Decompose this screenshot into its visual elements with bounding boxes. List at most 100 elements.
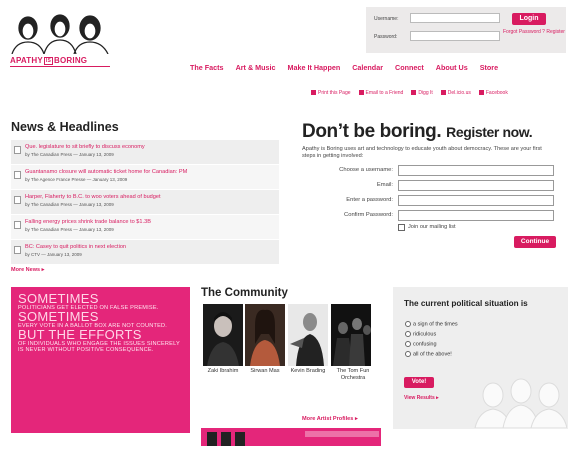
username-input[interactable] <box>410 13 500 23</box>
radio-icon[interactable] <box>405 351 411 357</box>
poll-panel: The current political situation is a sig… <box>393 287 568 429</box>
document-icon <box>14 246 21 254</box>
poll-title: The current political situation is <box>404 299 528 308</box>
artist-name[interactable]: Sirwan Mas <box>242 368 288 375</box>
news-item[interactable]: Falling energy prices shrink trade balan… <box>11 215 279 239</box>
delicious-label: Del.icio.us <box>447 90 471 96</box>
poll-option[interactable]: a sign of the times <box>405 321 458 327</box>
artist-photo[interactable] <box>203 304 243 366</box>
email-label: Email to a Friend <box>365 90 404 96</box>
logo-figures <box>11 14 109 54</box>
artist-photo[interactable] <box>288 304 328 366</box>
register-subtitle: Register now. <box>446 124 533 140</box>
vote-button[interactable]: Vote! <box>404 377 434 388</box>
news-source: by CTV — January 13, 2009 <box>25 252 82 257</box>
nav-item-the-facts[interactable]: The Facts <box>190 63 224 72</box>
poll-option-label: ridiculous <box>413 331 437 338</box>
register-password-input[interactable] <box>398 195 554 206</box>
news-headline[interactable]: Guantanamo closure will automatic ticket… <box>25 169 279 175</box>
username-field-label: Choose a username: <box>339 167 393 173</box>
register-email-input[interactable] <box>398 180 554 191</box>
digg-label: Digg It <box>418 90 433 96</box>
continue-button[interactable]: Continue <box>514 236 556 248</box>
more-artist-profiles-link[interactable]: More Artist Profiles ▸ <box>302 416 358 422</box>
news-source: by The Canadian Press — January 13, 2009 <box>25 227 114 232</box>
news-item[interactable]: Harper, Flaherty to B.C. to woo voters a… <box>11 190 279 214</box>
news-source: by The Agence France Presse — January 13… <box>25 177 128 182</box>
email-link[interactable]: Email to a Friend <box>358 90 404 96</box>
community-banner[interactable] <box>201 428 381 446</box>
register-title: Don’t be boring. <box>302 121 442 142</box>
digg-icon <box>411 90 417 96</box>
radio-icon[interactable] <box>405 341 411 347</box>
artist-photo[interactable] <box>245 304 285 366</box>
news-item[interactable]: BC: Casey to quit politics in next elect… <box>11 240 279 264</box>
delicious-link[interactable]: Del.icio.us <box>440 90 471 96</box>
radio-icon[interactable] <box>405 331 411 337</box>
login-button[interactable]: Login <box>512 13 546 25</box>
news-list: Que. legislature to sit briefly to discu… <box>11 140 279 265</box>
document-icon <box>14 171 21 179</box>
username-label: Username: <box>374 16 399 22</box>
register-confirm-input[interactable] <box>398 210 554 221</box>
artist-name[interactable]: Kevin Brading <box>285 368 331 375</box>
facebook-link[interactable]: Facebook <box>478 90 508 96</box>
email-field-label: Email: <box>376 182 393 188</box>
view-results-link[interactable]: View Results ▸ <box>404 395 439 401</box>
radio-icon[interactable] <box>405 321 411 327</box>
utility-links: Print this Page Email to a Friend Digg I… <box>311 90 508 96</box>
promo-line-3: SOMETIMES <box>18 309 99 324</box>
nav-item-connect[interactable]: Connect <box>395 63 424 72</box>
brand-divider <box>10 66 110 67</box>
nav-item-art-music[interactable]: Art & Music <box>236 63 276 72</box>
brand-logo[interactable]: APATHY IS BORING <box>10 56 87 65</box>
register-username-input[interactable] <box>398 165 554 176</box>
print-link[interactable]: Print this Page <box>311 90 351 96</box>
print-label: Print this Page <box>318 90 351 96</box>
nav-item-calendar[interactable]: Calendar <box>352 63 383 72</box>
nav-item-store[interactable]: Store <box>480 63 498 72</box>
artist-name[interactable]: The Tom Fun Orchestra <box>330 368 376 381</box>
news-source: by The Canadian Press — January 13, 2009 <box>25 202 114 207</box>
main-nav: The Facts Art & Music Make It Happen Cal… <box>190 63 498 72</box>
news-headline[interactable]: BC: Casey to quit politics in next elect… <box>25 244 279 250</box>
email-icon <box>358 90 364 96</box>
news-item[interactable]: Guantanamo closure will automatic ticket… <box>11 165 279 189</box>
nav-item-make-it-happen[interactable]: Make It Happen <box>288 63 341 72</box>
register-intro: Apathy is Boring uses art and technology… <box>302 146 542 159</box>
promo-line-1: SOMETIMES <box>18 291 99 306</box>
poll-option[interactable]: all of the above! <box>405 351 452 357</box>
poll-option[interactable]: confusing <box>405 341 437 347</box>
poll-option-label: all of the above! <box>413 351 452 358</box>
poll-figures-graphic <box>474 378 567 428</box>
delicious-icon <box>440 90 446 96</box>
document-icon <box>14 146 21 154</box>
confirm-field-label: Confirm Password: <box>344 212 393 218</box>
password-input[interactable] <box>410 31 500 41</box>
promo-line-6: OF INDIVIDUALS WHO ENGAGE THE ISSUES SIN… <box>18 341 180 353</box>
poll-option[interactable]: ridiculous <box>405 331 436 337</box>
password-label: Password: <box>374 34 398 40</box>
mailing-list-checkbox[interactable] <box>398 224 405 231</box>
promo-banner[interactable]: SOMETIMES POLITICIANS GET ELECTED ON FAL… <box>11 287 190 433</box>
community-heading: The Community <box>201 287 288 299</box>
news-heading: News & Headlines <box>11 120 119 134</box>
news-headline[interactable]: Falling energy prices shrink trade balan… <box>25 219 279 225</box>
document-icon <box>14 196 21 204</box>
login-panel: Username: Password: Login Forgot Passwor… <box>366 7 566 53</box>
news-headline[interactable]: Harper, Flaherty to B.C. to woo voters a… <box>25 194 279 200</box>
digg-link[interactable]: Digg It <box>411 90 433 96</box>
print-icon <box>311 90 316 96</box>
artist-photo[interactable] <box>331 304 371 366</box>
news-headline[interactable]: Que. legislature to sit briefly to discu… <box>25 144 279 150</box>
more-news-link[interactable]: More News ▸ <box>11 267 44 273</box>
nav-item-about-us[interactable]: About Us <box>436 63 468 72</box>
register-heading: Don’t be boring. Register now. <box>302 121 533 143</box>
artist-name[interactable]: Zaki Ibrahim <box>200 368 246 375</box>
facebook-label: Facebook <box>485 90 508 96</box>
poll-option-label: confusing <box>413 341 437 348</box>
forgot-register-link[interactable]: Forgot Password ? Register <box>503 29 565 36</box>
mailing-list-label: Join our mailing list <box>408 224 456 230</box>
news-item[interactable]: Que. legislature to sit briefly to discu… <box>11 140 279 164</box>
facebook-icon <box>478 90 484 96</box>
